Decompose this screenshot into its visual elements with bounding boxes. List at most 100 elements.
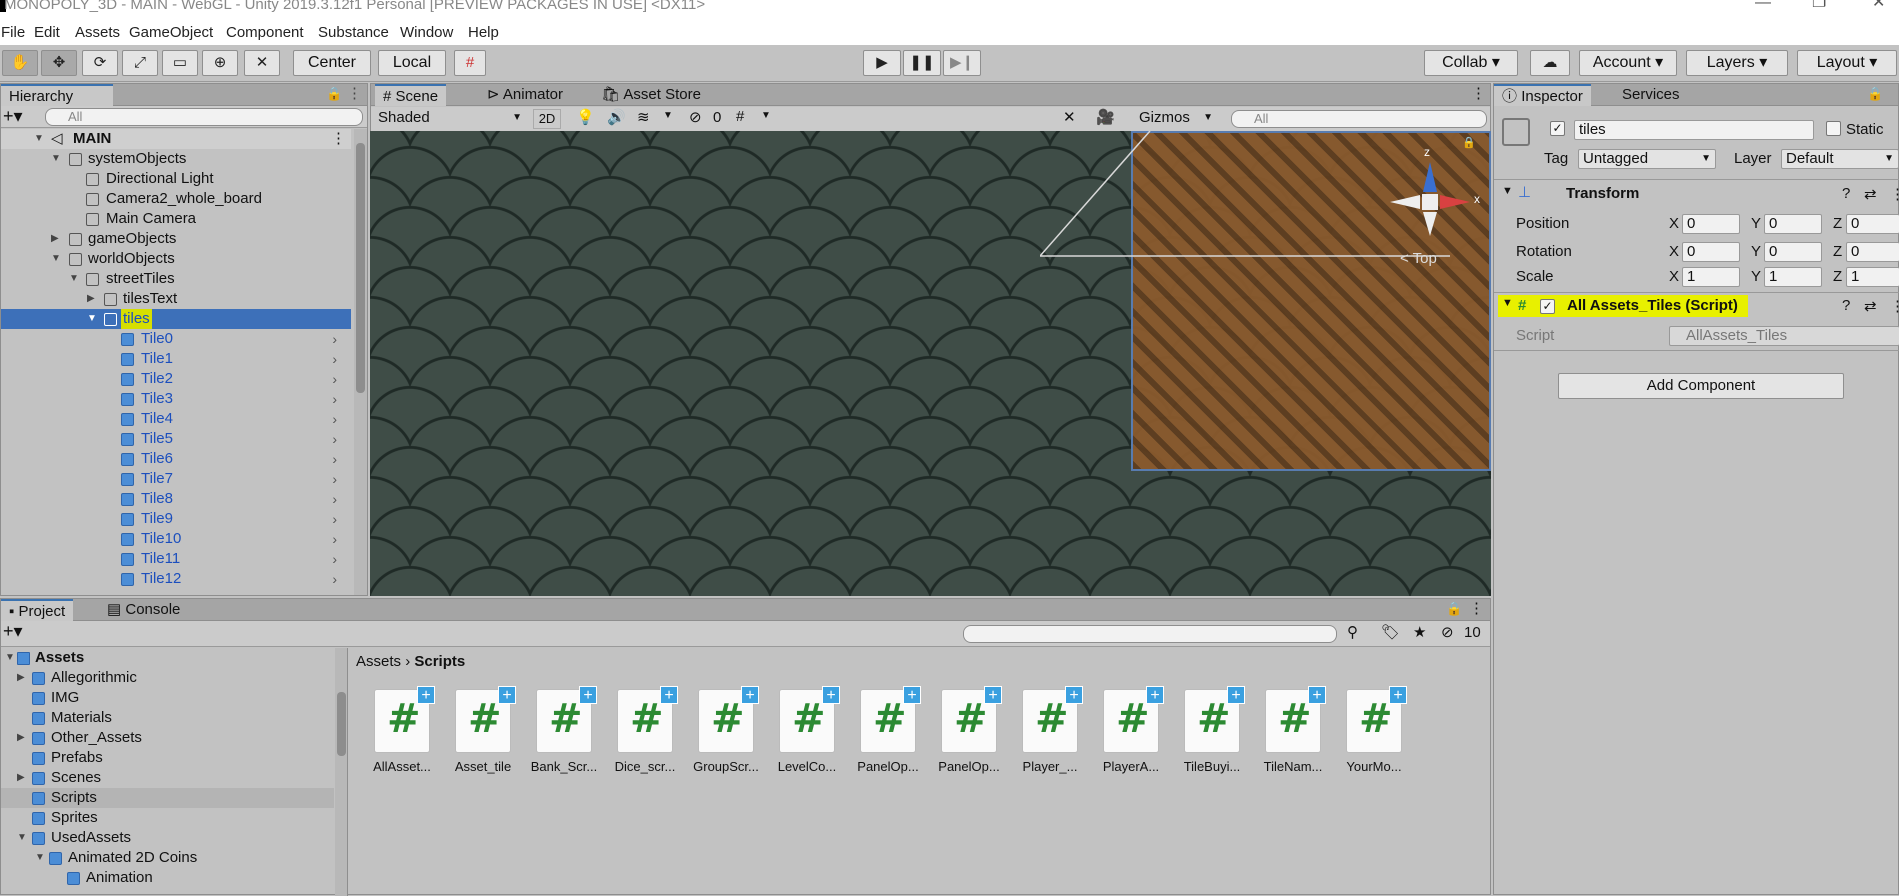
tab-services[interactable]: Services — [1614, 84, 1688, 106]
expand-arrow-icon[interactable]: ▼ — [34, 129, 44, 149]
hidden-objects-icon[interactable]: ⊘ — [689, 108, 702, 126]
hierarchy-row[interactable]: ▼ systemObjects — [1, 149, 351, 169]
chevron-right-icon[interactable]: › — [332, 489, 337, 509]
preset-icon[interactable]: ⇄ — [1864, 297, 1877, 315]
rotation-y-field[interactable]: 0 — [1764, 242, 1822, 262]
gizmo-z-arrow[interactable] — [1423, 162, 1437, 192]
tab-hierarchy[interactable]: Hierarchy — [1, 84, 113, 106]
transform-tool-button[interactable]: ⊕ — [202, 50, 238, 76]
pause-button[interactable]: ❚❚ — [903, 50, 941, 76]
hierarchy-row[interactable]: ▼ worldObjects — [1, 249, 351, 269]
gizmos-dropdown[interactable]: Gizmos — [1135, 109, 1217, 129]
hierarchy-row[interactable]: Tile0 › — [1, 329, 351, 349]
position-y-field[interactable]: 0 — [1764, 214, 1822, 234]
chevron-right-icon[interactable]: › — [332, 449, 337, 469]
tab-asset-store[interactable]: 🛍 Asset Store — [593, 84, 709, 106]
collapsed-arrow-icon[interactable]: ▶ — [51, 229, 59, 249]
snap-button[interactable]: # — [454, 50, 486, 76]
restore-button[interactable]: ❐ — [1812, 0, 1826, 11]
grid-dropdown-icon[interactable]: ▼ — [761, 110, 771, 121]
chevron-right-icon[interactable]: › — [332, 349, 337, 369]
folder-row-selected[interactable]: Scripts — [1, 788, 334, 808]
row-menu-icon[interactable]: ⋮ — [331, 129, 346, 149]
script-asset[interactable]: # + TileNam... — [1258, 686, 1328, 774]
pivot-center-button[interactable]: Center — [293, 50, 371, 76]
tools-icon[interactable]: ✕ — [1063, 108, 1076, 126]
scene-search-input[interactable]: All — [1231, 110, 1487, 128]
collapsed-arrow-icon[interactable]: ▶ — [17, 768, 25, 788]
tab-scene[interactable]: # Scene — [375, 84, 447, 106]
chevron-right-icon[interactable]: › — [332, 529, 337, 549]
effects-dropdown-icon[interactable]: ▼ — [663, 110, 673, 121]
expand-arrow-icon[interactable]: ▼ — [87, 309, 97, 329]
add-component-button[interactable]: Add Component — [1558, 373, 1844, 399]
active-checkbox[interactable]: ✓ — [1550, 121, 1565, 136]
2d-toggle[interactable]: 2D — [533, 109, 561, 129]
expand-arrow-icon[interactable]: ▼ — [69, 269, 79, 289]
script-asset[interactable]: # + LevelCo... — [772, 686, 842, 774]
gizmo-center-cube[interactable] — [1422, 194, 1438, 210]
panel-menu-icon[interactable]: ⋮ — [347, 84, 362, 102]
hierarchy-row[interactable]: Tile3 › — [1, 389, 351, 409]
hierarchy-row[interactable]: Camera2_whole_board — [1, 189, 351, 209]
folder-row[interactable]: IMG — [1, 688, 334, 708]
folder-row[interactable]: ▼ Assets — [1, 648, 334, 668]
hierarchy-row[interactable]: Main Camera — [1, 209, 351, 229]
script-asset[interactable]: # + AllAsset... — [367, 686, 437, 774]
script-asset[interactable]: # + Bank_Scr... — [529, 686, 599, 774]
camera-icon[interactable]: 🎥 — [1096, 108, 1115, 126]
chevron-right-icon[interactable]: › — [332, 509, 337, 529]
account-dropdown[interactable]: Account ▾ — [1579, 50, 1677, 76]
hierarchy-row[interactable]: Tile6 › — [1, 449, 351, 469]
menu-component[interactable]: Component — [226, 24, 304, 41]
tab-inspector[interactable]: ⓘ Inspector — [1494, 84, 1591, 106]
gizmo-negx-arrow[interactable] — [1390, 195, 1420, 209]
hierarchy-row[interactable]: Tile9 › — [1, 509, 351, 529]
foldout-arrow-icon[interactable]: ▼ — [1502, 297, 1513, 309]
chevron-right-icon[interactable]: › — [332, 429, 337, 449]
chevron-right-icon[interactable]: › — [332, 569, 337, 589]
chevron-right-icon[interactable]: › — [332, 389, 337, 409]
hierarchy-scrollbar[interactable] — [354, 129, 367, 595]
help-icon[interactable]: ? — [1842, 297, 1850, 314]
hidden-packages-icon[interactable]: ⊘ — [1441, 623, 1454, 641]
script-asset[interactable]: # + GroupScr... — [691, 686, 761, 774]
grid-icon[interactable]: # — [736, 108, 744, 125]
expand-arrow-icon[interactable]: ▼ — [17, 828, 27, 848]
hierarchy-row[interactable]: Tile8 › — [1, 489, 351, 509]
cloud-button[interactable]: ☁ — [1530, 50, 1570, 76]
hierarchy-row[interactable]: ▼ streetTiles — [1, 269, 351, 289]
folder-row[interactable]: Sprites — [1, 808, 334, 828]
rect-tool-button[interactable]: ▭ — [162, 50, 198, 76]
position-z-field[interactable]: 0 — [1846, 214, 1899, 234]
scale-x-field[interactable]: 1 — [1682, 267, 1740, 287]
folder-row[interactable]: Animation — [1, 868, 334, 888]
orientation-gizmo[interactable]: z x 🔒 < Top — [1380, 137, 1490, 267]
collapsed-arrow-icon[interactable]: ▶ — [87, 289, 95, 309]
hierarchy-row[interactable]: Tile12 › — [1, 569, 351, 589]
filter-type-icon[interactable]: ⚲ — [1347, 623, 1358, 641]
gizmo-lock-icon[interactable]: 🔒 — [1462, 136, 1476, 149]
panel-menu-icon[interactable]: ⋮ — [1471, 84, 1486, 102]
menu-assets[interactable]: Assets — [75, 24, 120, 41]
component-menu-icon[interactable]: ⋮ — [1890, 185, 1899, 203]
scrollbar-thumb[interactable] — [356, 143, 365, 393]
preset-icon[interactable]: ⇄ — [1864, 185, 1877, 203]
folder-row[interactable]: ▶ Allegorithmic — [1, 668, 334, 688]
play-button[interactable]: ▶ — [863, 50, 901, 76]
view-label[interactable]: < Top — [1400, 250, 1437, 267]
rotation-z-field[interactable]: 0 — [1846, 242, 1899, 262]
script-asset[interactable]: # + TileBuyi... — [1177, 686, 1247, 774]
collab-dropdown[interactable]: Collab ▾ — [1424, 50, 1518, 76]
rotation-x-field[interactable]: 0 — [1682, 242, 1740, 262]
folder-row[interactable]: ▶ Other_Assets — [1, 728, 334, 748]
chevron-right-icon[interactable]: › — [332, 369, 337, 389]
custom-tool-button[interactable]: ✕ — [244, 50, 280, 76]
step-button[interactable]: ▶❙ — [943, 50, 981, 76]
tab-animator[interactable]: ⊳ Animator — [479, 84, 571, 106]
create-button[interactable]: +▾ — [3, 106, 23, 127]
folder-row[interactable]: Materials — [1, 708, 334, 728]
chevron-right-icon[interactable]: › — [332, 469, 337, 489]
layers-dropdown[interactable]: Layers ▾ — [1686, 50, 1788, 76]
hierarchy-search-input[interactable]: All — [45, 108, 363, 126]
